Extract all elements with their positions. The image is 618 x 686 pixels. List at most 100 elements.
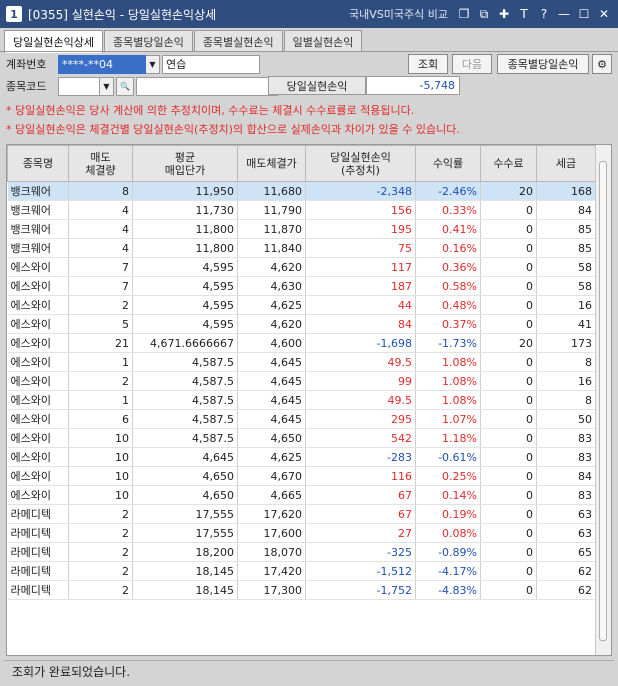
table-row[interactable]: 에스와이 10 4,645 4,625 -283 -0.61% 0 83 [7,447,596,467]
table-cell: 4,645 [237,352,306,372]
table-cell: 117 [305,257,416,277]
table-row[interactable]: 라메디텍 2 17,555 17,620 67 0.19% 0 63 [7,504,596,524]
font-size-icon[interactable]: T [516,6,532,22]
table-cell: 83 [536,447,596,467]
copy-icon[interactable]: ❐ [456,6,472,22]
tab-daily-realized[interactable]: 일별실현손익 [283,30,363,52]
minimize-icon[interactable]: — [556,6,572,22]
table-cell: 10 [68,485,133,505]
table-row[interactable]: 뱅크웨어 4 11,800 11,840 75 0.16% 0 85 [7,238,596,258]
table-row[interactable]: 라메디텍 2 17,555 17,600 27 0.08% 0 63 [7,523,596,543]
table-row[interactable]: 에스와이 5 4,595 4,620 84 0.37% 0 41 [7,314,596,334]
table-cell: 83 [536,485,596,505]
table-cell: 1.18% [415,428,481,448]
pin-icon[interactable]: ✚ [496,6,512,22]
table-cell: 0.37% [415,314,481,334]
settings-gear-icon[interactable]: ⚙ [592,54,612,74]
maximize-icon[interactable]: ☐ [576,6,592,22]
table-cell: 4,587.5 [132,352,238,372]
tab-daily-realized-detail[interactable]: 당일실현손익상세 [4,30,103,53]
column-header[interactable]: 종목명 [7,145,69,182]
duplicate-window-icon[interactable]: ⧉ [476,6,492,22]
table-cell: 116 [305,466,416,486]
table-cell: 21 [68,333,133,353]
stock-code-label: 종목코드 [6,80,47,93]
table-row[interactable]: 에스와이 7 4,595 4,630 187 0.58% 0 58 [7,276,596,296]
table-cell: 0.33% [415,200,481,220]
table-row[interactable]: 에스와이 6 4,587.5 4,645 295 1.07% 0 50 [7,409,596,429]
table-cell: 4,587.5 [132,371,238,391]
account-dropdown-icon[interactable]: ▼ [146,54,160,74]
table-row[interactable]: 에스와이 2 4,595 4,625 44 0.48% 0 16 [7,295,596,315]
column-header[interactable]: 수익률 [415,145,481,182]
table-cell: 16 [536,295,596,315]
table-cell: 11,800 [132,219,238,239]
search-button[interactable]: 조회 [408,54,448,74]
compare-link[interactable]: 국내VS미국주식 비교 [349,6,448,22]
table-cell: 41 [536,314,596,334]
table-cell: 187 [305,276,416,296]
stock-code-input[interactable] [58,76,100,96]
table-cell: 4,595 [132,314,238,334]
table-cell: 에스와이 [7,447,69,467]
table-cell: 10 [68,428,133,448]
table-row[interactable]: 라메디텍 2 18,145 17,420 -1,512 -4.17% 0 62 [7,561,596,581]
table-cell: 2 [68,371,133,391]
table-row[interactable]: 에스와이 21 4,671.6666667 4,600 -1,698 -1.73% 20 17… [7,333,596,353]
table-cell: 1.07% [415,409,481,429]
table-cell: 4,650 [237,428,306,448]
account-label: 계좌번호 [6,58,47,71]
table-cell: 0.16% [415,238,481,258]
account-number-field[interactable]: ****-**04 [58,54,146,74]
column-header[interactable]: 세금 [536,145,596,182]
table-cell: 4,587.5 [132,428,238,448]
table-row[interactable]: 라메디텍 2 18,145 17,300 -1,752 -4.83% 0 62 [7,580,596,600]
help-icon[interactable]: ? [536,6,552,22]
table-cell: 4,620 [237,314,306,334]
daily-by-stock-button[interactable]: 종목별당일손익 [497,54,589,74]
next-button[interactable]: 다음 [452,54,492,74]
search-icon[interactable]: 🔍 [116,76,134,96]
column-header[interactable]: 평균 매입단가 [132,145,238,182]
table-cell: 4,645 [237,390,306,410]
table-row[interactable]: 에스와이 7 4,595 4,620 117 0.36% 0 58 [7,257,596,277]
table-row[interactable]: 에스와이 10 4,587.5 4,650 542 1.18% 0 83 [7,428,596,448]
table-cell: -283 [305,447,416,467]
table-header-row: 종목명 매도 체결량 평균 매입단가 매도체결가 당일실현손익 (추정치) 수익률 수수료 세… [7,145,596,182]
table-row[interactable]: 에스와이 1 4,587.5 4,645 49.5 1.08% 0 8 [7,390,596,410]
table-cell: -4.83% [415,580,481,600]
vertical-scrollbar[interactable] [595,145,611,655]
table-row[interactable]: 라메디텍 2 18,200 18,070 -325 -0.89% 0 65 [7,542,596,562]
table-cell: 0 [480,447,537,467]
table-cell: -1.73% [415,333,481,353]
table-cell: 17,300 [237,580,306,600]
table-cell: 4,650 [132,466,238,486]
table-row[interactable]: 뱅크웨어 4 11,730 11,790 156 0.33% 0 84 [7,200,596,220]
tab-daily-by-stock[interactable]: 종목별당일손익 [103,30,193,52]
table-cell: 75 [305,238,416,258]
table-row[interactable]: 에스와이 10 4,650 4,670 116 0.25% 0 84 [7,466,596,486]
table-cell: -0.89% [415,542,481,562]
table-cell: 4,625 [237,447,306,467]
table-row[interactable]: 뱅크웨어 4 11,800 11,870 195 0.41% 0 85 [7,219,596,239]
table-row[interactable]: 뱅크웨어 8 11,950 11,680 -2,348 -2.46% 20 168 [7,181,596,201]
table-cell: 뱅크웨어 [7,238,69,258]
table-cell: 58 [536,276,596,296]
column-header[interactable]: 매도체결가 [237,145,306,182]
column-header[interactable]: 수수료 [480,145,537,182]
table-cell: 7 [68,257,133,277]
table-cell: 11,870 [237,219,306,239]
stock-code-dropdown-icon[interactable]: ▼ [100,76,114,96]
table-cell: 99 [305,371,416,391]
table-cell: 4,630 [237,276,306,296]
table-row[interactable]: 에스와이 10 4,650 4,665 67 0.14% 0 83 [7,485,596,505]
scrollbar-thumb[interactable] [599,161,607,641]
table-row[interactable]: 에스와이 2 4,587.5 4,645 99 1.08% 0 16 [7,371,596,391]
tab-bar: 당일실현손익상세 종목별당일손익 종목별실현손익 일별실현손익 [4,30,363,53]
column-header[interactable]: 매도 체결량 [68,145,133,182]
column-header[interactable]: 당일실현손익 (추정치) [305,145,416,182]
table-row[interactable]: 에스와이 1 4,587.5 4,645 49.5 1.08% 0 8 [7,352,596,372]
close-icon[interactable]: ✕ [596,6,612,22]
table-cell: 에스와이 [7,485,69,505]
tab-realized-by-stock[interactable]: 종목별실현손익 [193,30,283,52]
